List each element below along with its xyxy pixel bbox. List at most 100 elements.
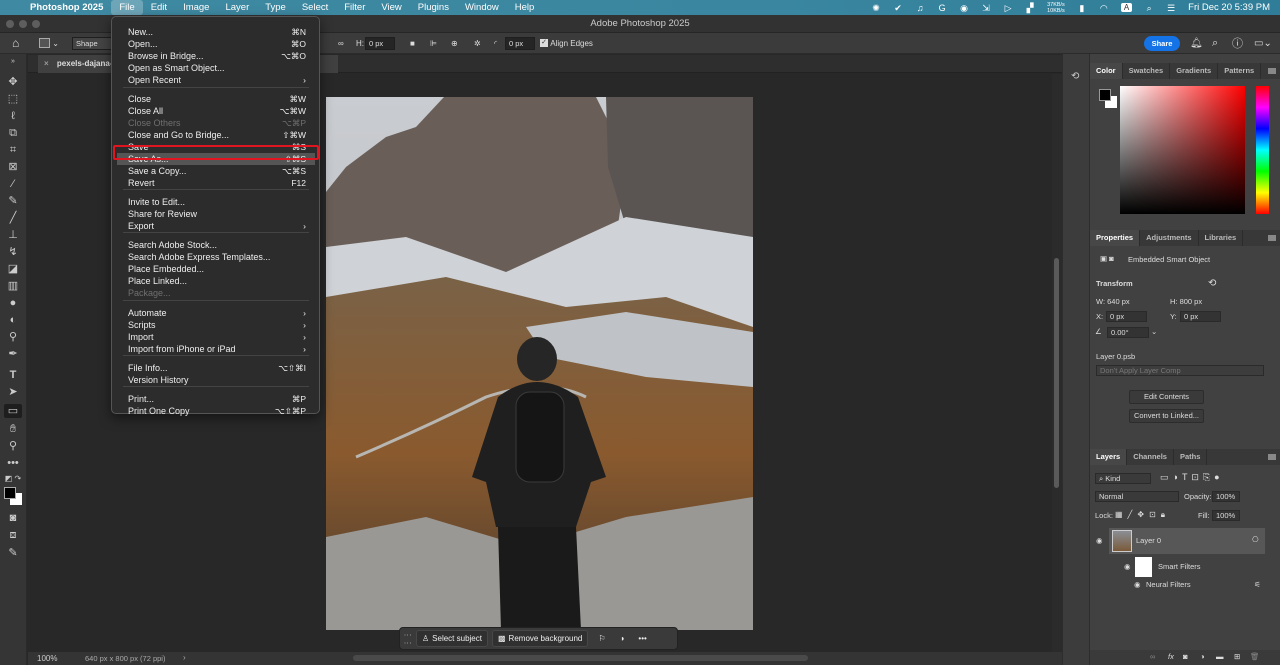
tab-gradients[interactable]: Gradients xyxy=(1170,63,1219,79)
clone-stamp-tool-icon[interactable]: ⊥ xyxy=(4,228,22,242)
dodge-tool-icon[interactable]: ◐ xyxy=(4,313,22,327)
input-source-icon[interactable]: A xyxy=(1120,3,1133,12)
zoom-level[interactable]: 100% xyxy=(37,654,57,663)
status-menu-chevron-icon[interactable]: › xyxy=(183,653,186,662)
play-circle-icon[interactable]: ▷ xyxy=(1003,3,1013,13)
blur-tool-icon[interactable]: ● xyxy=(4,296,22,310)
file-menu-item-close[interactable]: Close ⌘W xyxy=(117,93,315,105)
menu-file[interactable]: File xyxy=(111,0,143,15)
menu-layer[interactable]: Layer xyxy=(217,0,257,15)
fx-icon[interactable]: fx xyxy=(1168,652,1174,661)
bell-app-icon[interactable]: ♫ xyxy=(915,3,925,13)
wifi-icon[interactable]: ◠ xyxy=(1099,3,1109,13)
tab-libraries[interactable]: Libraries xyxy=(1199,230,1244,246)
eraser-tool-icon[interactable]: ◪ xyxy=(4,262,22,276)
path-arrangement-icon[interactable]: ⊕ xyxy=(451,36,458,50)
path-alignment-icon[interactable]: ⊫ xyxy=(430,36,437,50)
control-center-icon[interactable]: ☰ xyxy=(1166,3,1176,13)
brush-tool-icon[interactable]: ╱ xyxy=(4,211,22,225)
blend-mode-dropdown[interactable]: Normal xyxy=(1095,491,1179,502)
toolbar-collapse-icon[interactable]: » xyxy=(4,58,22,66)
settings-gear-icon[interactable]: ✲ xyxy=(474,36,481,50)
tab-paths[interactable]: Paths xyxy=(1174,449,1208,465)
marquee-tool-icon[interactable]: ⬚ xyxy=(4,92,22,106)
check-app-icon[interactable]: ✔ xyxy=(893,3,903,13)
layer-filter-icons[interactable]: ▭◑T⊡⎘● xyxy=(1160,472,1224,483)
type-tool-icon[interactable]: T xyxy=(4,368,22,382)
corner-radius-icon[interactable]: ◜ xyxy=(494,36,497,50)
horizontal-scrollbar[interactable] xyxy=(353,655,808,661)
swap-colors-icon[interactable]: ◩ ↷ xyxy=(4,472,22,486)
adjustment-layer-icon[interactable]: ◑ xyxy=(1200,652,1205,661)
properties-panel-menu-icon[interactable] xyxy=(1268,235,1276,241)
file-menu-item-search-adobe-express-templates[interactable]: Search Adobe Express Templates... xyxy=(117,251,315,263)
menu-filter[interactable]: Filter xyxy=(336,0,373,15)
new-group-icon[interactable]: ▬ xyxy=(1216,652,1224,661)
menu-view[interactable]: View xyxy=(373,0,409,15)
home-icon[interactable]: ⌂ xyxy=(12,36,19,50)
layer-comp-dropdown[interactable]: Don't Apply Layer Comp xyxy=(1096,365,1264,376)
history-panel-icon[interactable]: ⟲ xyxy=(1071,71,1079,82)
layer-name[interactable]: Layer 0 xyxy=(1136,536,1161,545)
panel-fg-swatch[interactable] xyxy=(1099,89,1111,101)
tool-preset-picker[interactable]: ⌄ xyxy=(39,36,59,50)
menu-type[interactable]: Type xyxy=(257,0,294,15)
file-menu-item-close-all[interactable]: Close All ⌥⌘W xyxy=(117,105,315,117)
angle-dropdown-icon[interactable]: ⌄ xyxy=(1151,327,1157,336)
search-icon[interactable]: ⌕ xyxy=(1212,36,1218,50)
file-menu-item-save-a-copy[interactable]: Save a Copy... ⌥⌘S xyxy=(117,165,315,177)
file-menu-item-open-as-smart-object[interactable]: Open as Smart Object... xyxy=(117,62,315,74)
layer-row[interactable] xyxy=(1109,528,1265,554)
file-menu-item-search-adobe-stock[interactable]: Search Adobe Stock... xyxy=(117,239,315,251)
delete-layer-icon[interactable]: 🗑︎ xyxy=(1250,652,1260,661)
move-tool-icon[interactable]: ✥ xyxy=(4,75,22,89)
vertical-scrollbar[interactable] xyxy=(1052,74,1062,652)
lasso-tool-icon[interactable]: ℓ xyxy=(4,109,22,123)
menu-app-name[interactable]: Photoshop 2025 xyxy=(22,0,111,15)
battery-app-icon[interactable]: ▞ xyxy=(1025,3,1035,13)
shape-mode-dropdown[interactable]: Shape xyxy=(72,36,112,50)
file-menu-item-scripts[interactable]: Scripts › xyxy=(117,319,315,331)
tab-swatches[interactable]: Swatches xyxy=(1123,63,1171,79)
opacity-input[interactable]: 100% xyxy=(1212,491,1240,502)
bartender-icon[interactable]: ⇲ xyxy=(981,3,991,13)
drag-handle-icon[interactable]: ⋮⋮ xyxy=(403,631,412,647)
pen-tool-icon[interactable]: ✒ xyxy=(4,347,22,361)
share-button[interactable]: Share xyxy=(1144,36,1180,51)
file-menu-item-place-linked[interactable]: Place Linked... xyxy=(117,275,315,287)
menu-window[interactable]: Window xyxy=(457,0,507,15)
menu-plugins[interactable]: Plugins xyxy=(410,0,457,15)
screen-mode-icon[interactable]: ⧈ xyxy=(4,528,22,542)
color-picker-field[interactable] xyxy=(1120,86,1245,214)
frame-tool-icon[interactable]: ⊠ xyxy=(4,160,22,174)
file-menu-item-invite-to-edit[interactable]: Invite to Edit... xyxy=(117,196,315,208)
bookmark-app-icon[interactable]: ▮ xyxy=(1077,3,1087,13)
file-menu-item-export[interactable]: Export › xyxy=(117,220,315,232)
angle-input[interactable]: 0.00° xyxy=(1107,327,1149,338)
apple-menu-icon[interactable] xyxy=(0,0,22,15)
notifications-bell-icon[interactable]: 🔔︎ xyxy=(1190,36,1203,50)
menu-help[interactable]: Help xyxy=(507,0,543,15)
link-wh-icon[interactable]: ∞ xyxy=(338,36,344,50)
new-layer-icon[interactable]: ⊞ xyxy=(1234,652,1240,661)
select-subject-button[interactable]: ♙ Select subject xyxy=(416,630,488,647)
file-menu-item-file-info[interactable]: File Info... ⌥⇧⌘I xyxy=(117,362,315,374)
crop-tool-icon[interactable]: ⌗ xyxy=(4,143,22,157)
file-menu-item-print[interactable]: Print... ⌘P xyxy=(117,393,315,405)
pin-bar-icon[interactable]: ⚐ xyxy=(598,634,605,643)
neural-filters-eye-icon[interactable]: ◉ xyxy=(1134,580,1141,589)
x-input[interactable]: 0 px xyxy=(1106,311,1147,322)
edit-toolbar-icon[interactable]: ✎ xyxy=(4,546,22,560)
reset-transform-icon[interactable]: ⟲ xyxy=(1208,278,1216,289)
healing-brush-tool-icon[interactable]: ✎ xyxy=(4,194,22,208)
neural-filters-label[interactable]: Neural Filters xyxy=(1146,580,1191,589)
file-menu-item-place-embedded[interactable]: Place Embedded... xyxy=(117,263,315,275)
file-menu-item-share-for-review[interactable]: Share for Review xyxy=(117,208,315,220)
smudge-tool-icon[interactable]: ⚲ xyxy=(4,330,22,344)
history-brush-tool-icon[interactable]: ↯ xyxy=(4,245,22,259)
link-layers-icon[interactable]: ∞ xyxy=(1150,652,1155,661)
layer-filter-kind-dropdown[interactable]: ⌕ Kind xyxy=(1095,473,1151,484)
workspace-icon[interactable]: ▭⌄ xyxy=(1254,36,1272,50)
hand-tool-icon[interactable]: ✋︎ xyxy=(4,422,22,436)
more-options-icon[interactable]: ••• xyxy=(638,634,646,643)
